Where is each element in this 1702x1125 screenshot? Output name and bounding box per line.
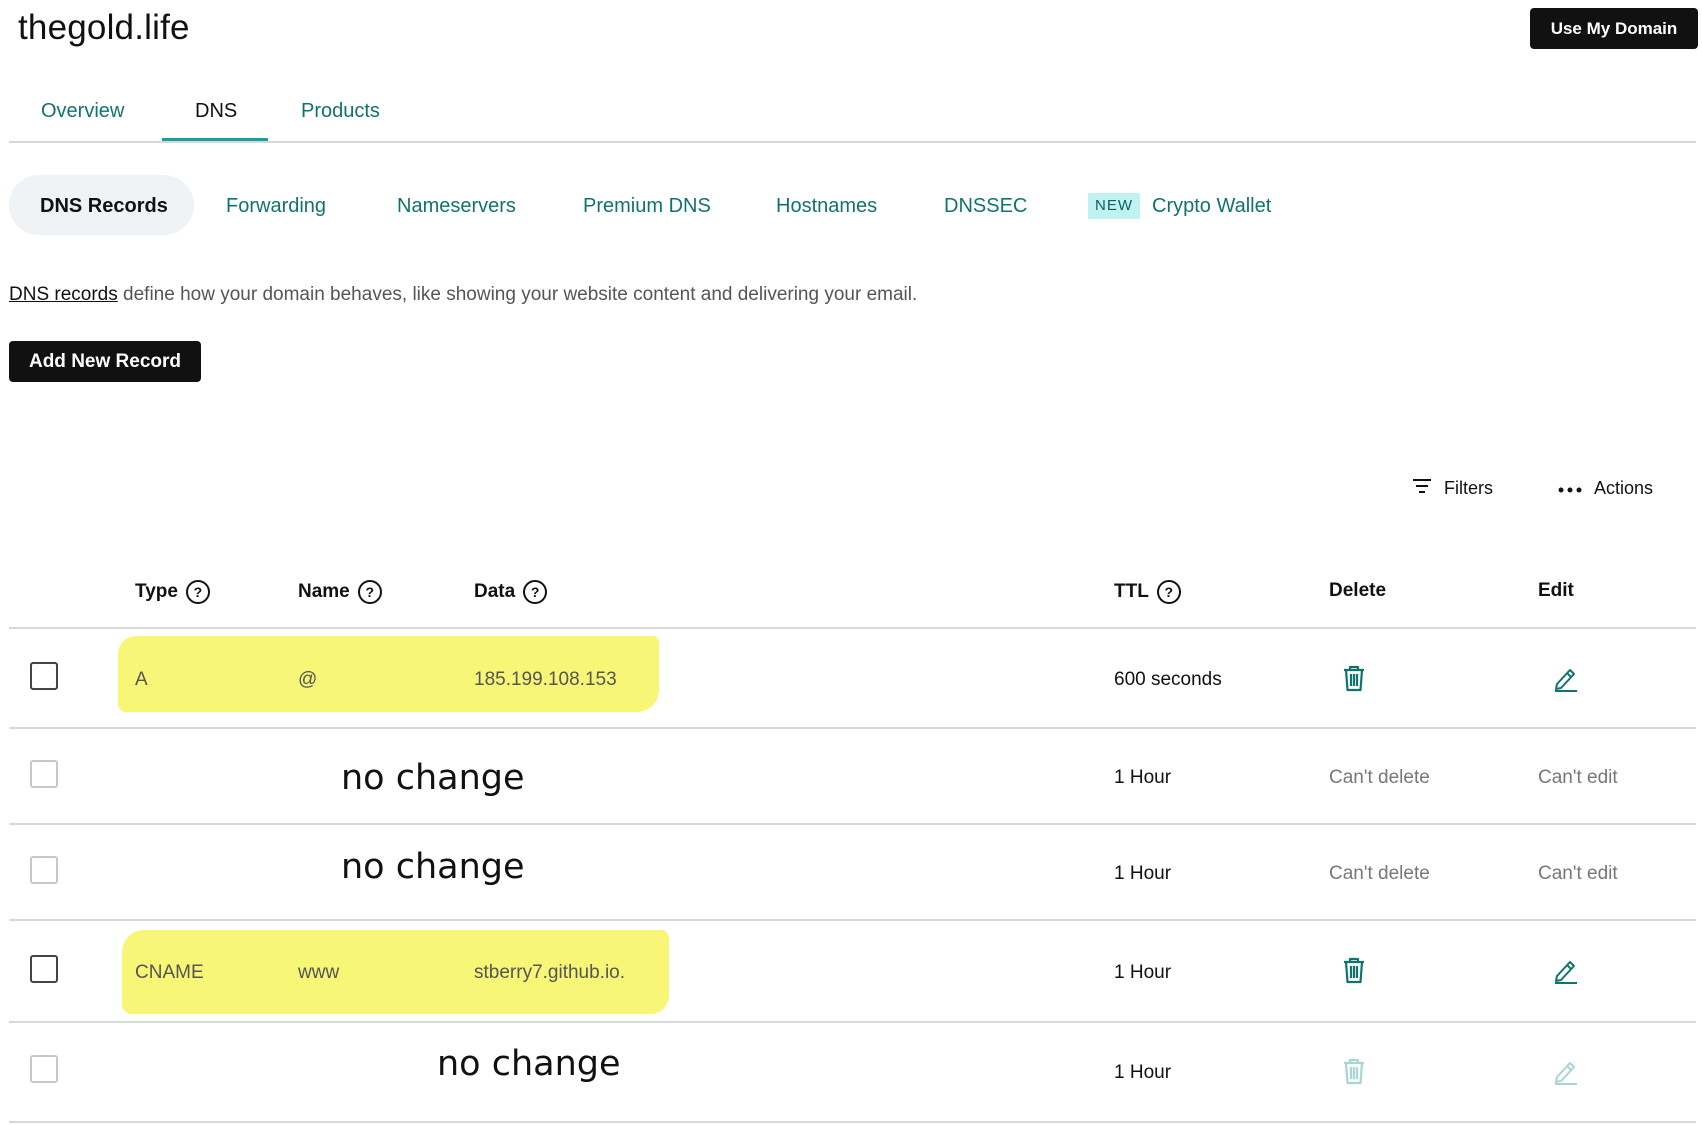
edit-icon[interactable] (1553, 664, 1579, 692)
filters-label: Filters (1444, 478, 1493, 498)
record-ttl: 1 Hour (1114, 1062, 1172, 1083)
record-ttl: 1 Hour (1114, 863, 1172, 884)
record-name: www (298, 962, 340, 983)
add-new-record-button[interactable]: Add New Record (9, 341, 201, 382)
handwritten-note: no change (341, 847, 525, 887)
cant-delete-text: Can't delete (1329, 767, 1430, 788)
help-icon[interactable]: ? (523, 580, 548, 604)
column-header-name: Name ? (298, 580, 382, 604)
edit-icon-disabled (1553, 1057, 1579, 1085)
tab-products[interactable]: Products (301, 100, 380, 123)
row-divider (9, 1021, 1696, 1023)
edit-icon[interactable] (1553, 956, 1579, 984)
dns-records-link[interactable]: DNS records (9, 284, 118, 305)
help-icon[interactable]: ? (357, 580, 382, 604)
help-icon[interactable]: ? (1156, 580, 1181, 604)
cant-edit-text: Can't edit (1538, 863, 1618, 884)
row-checkbox[interactable] (30, 955, 58, 983)
actions-label: Actions (1594, 478, 1654, 498)
cant-delete-text: Can't delete (1329, 863, 1430, 884)
subtab-premium-dns[interactable]: Premium DNS (583, 195, 711, 218)
row-divider (9, 823, 1696, 825)
record-name: @ (298, 669, 318, 690)
subtab-nameservers[interactable]: Nameservers (397, 195, 516, 218)
record-data: stberry7.github.io. (474, 962, 626, 983)
row-checkbox[interactable] (30, 856, 58, 884)
column-header-delete: Delete (1329, 580, 1387, 601)
cant-edit-text: Can't edit (1538, 767, 1618, 788)
delete-icon[interactable] (1342, 664, 1366, 692)
record-data: 185.199.108.153 (474, 669, 617, 690)
column-header-edit: Edit (1538, 580, 1574, 601)
column-header-data: Data ? (474, 580, 548, 604)
help-icon[interactable]: ? (185, 580, 210, 604)
subtab-dns-records[interactable]: DNS Records (40, 195, 168, 218)
column-header-ttl: TTL ? (1114, 580, 1181, 604)
tab-dns[interactable]: DNS (195, 100, 237, 123)
subtab-crypto-wallet[interactable]: Crypto Wallet (1152, 195, 1271, 218)
dns-description-text: define how your domain behaves, like sho… (123, 284, 918, 305)
use-my-domain-button[interactable]: Use My Domain (1530, 8, 1698, 49)
row-checkbox[interactable] (30, 1055, 58, 1083)
record-type: A (135, 669, 148, 690)
subtab-dnssec[interactable]: DNSSEC (944, 195, 1027, 218)
more-icon (1558, 478, 1582, 499)
subtab-hostnames[interactable]: Hostnames (776, 195, 877, 218)
domain-title: thegold.life (18, 8, 190, 47)
dns-description: DNS records define how your domain behav… (9, 284, 917, 306)
new-badge: NEW (1088, 193, 1140, 219)
row-divider (9, 727, 1696, 729)
tabs-divider (9, 141, 1696, 143)
row-checkbox[interactable] (30, 760, 58, 788)
subtab-forwarding[interactable]: Forwarding (226, 195, 326, 218)
record-ttl: 1 Hour (1114, 962, 1172, 983)
row-divider (9, 919, 1696, 921)
filter-icon (1412, 478, 1432, 499)
row-divider (9, 627, 1696, 629)
delete-icon[interactable] (1342, 956, 1366, 984)
row-checkbox[interactable] (30, 662, 58, 690)
record-ttl: 600 seconds (1114, 669, 1222, 690)
actions-button[interactable]: Actions (1558, 478, 1653, 499)
record-ttl: 1 Hour (1114, 767, 1172, 788)
handwritten-note: no change (341, 758, 525, 798)
row-divider (9, 1121, 1696, 1123)
record-type: CNAME (135, 962, 204, 983)
filters-button[interactable]: Filters (1412, 478, 1493, 499)
delete-icon-disabled (1342, 1057, 1366, 1085)
handwritten-note: no change (437, 1044, 621, 1084)
tab-overview[interactable]: Overview (41, 100, 124, 123)
column-header-type: Type ? (135, 580, 210, 604)
